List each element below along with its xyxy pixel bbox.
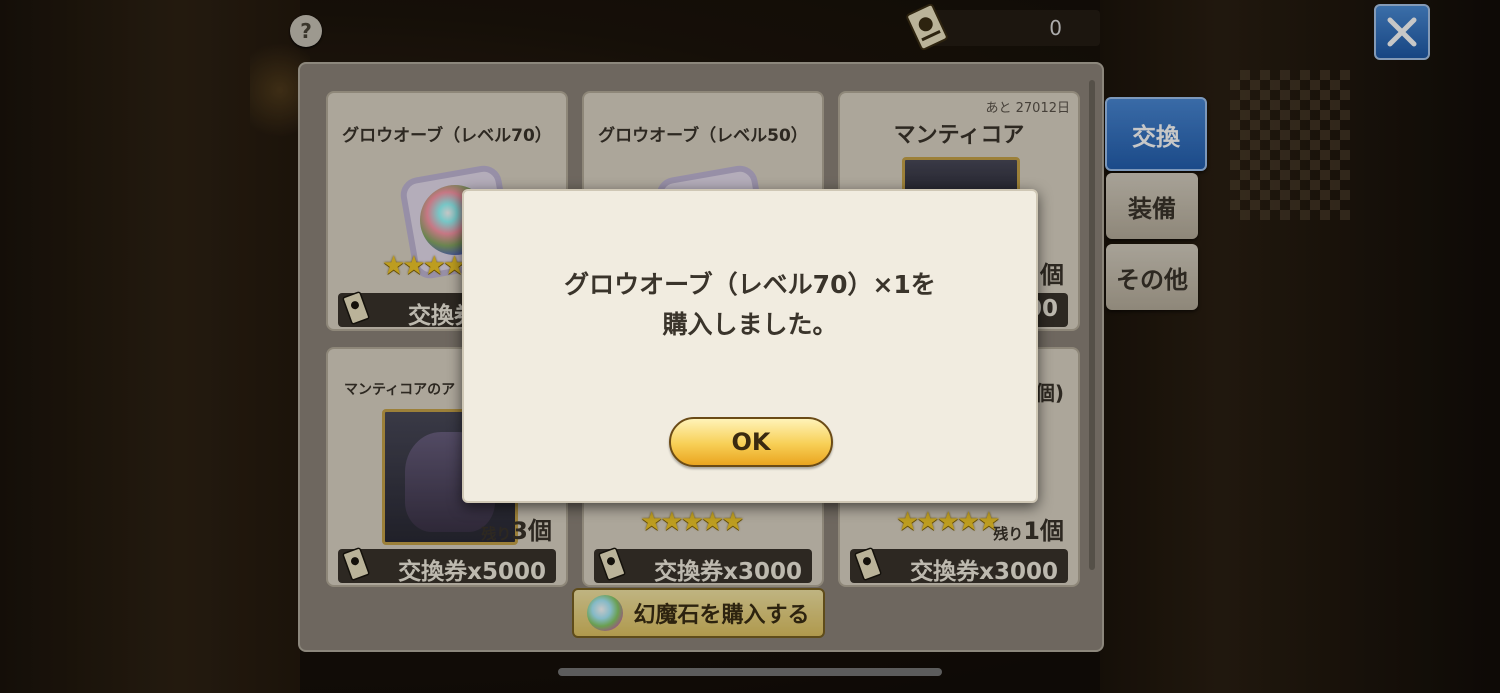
dialog-message: グロウオーブ（レベル70）×1を 購入しました。 [464,265,1036,345]
dialog-message-line1: グロウオーブ（レベル70）×1を [564,270,936,299]
ok-button[interactable]: OK [669,417,833,467]
dialog-message-line2: 購入しました。 [662,310,838,339]
purchase-complete-dialog: グロウオーブ（レベル70）×1を 購入しました。 OK [462,189,1038,503]
